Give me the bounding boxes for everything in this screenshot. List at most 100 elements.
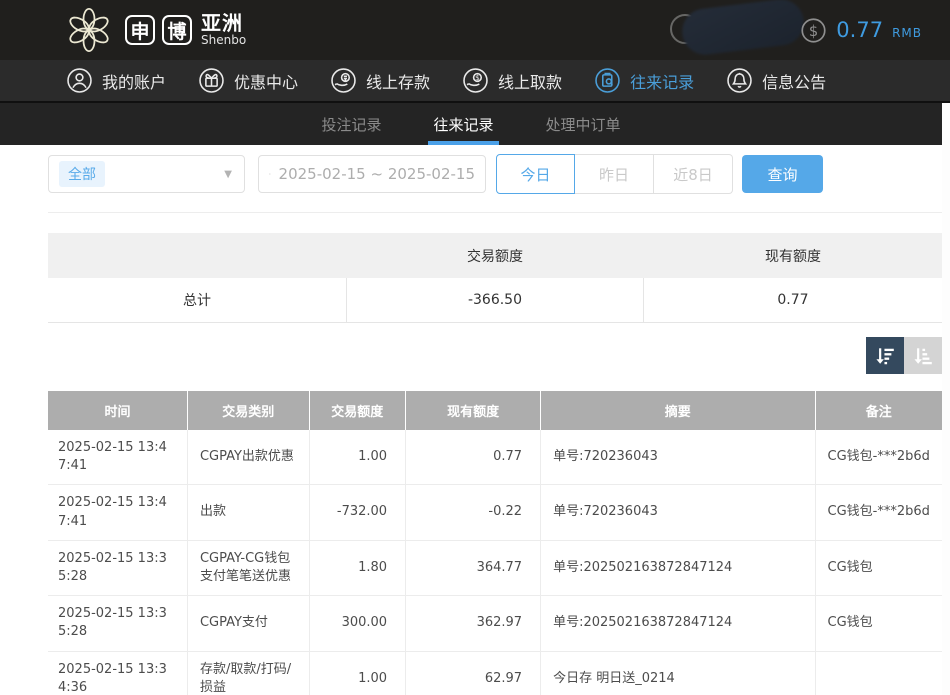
tab-pending-orders[interactable]: 处理中订单	[543, 103, 624, 145]
nav-item-withdraw[interactable]: $ 线上取款	[462, 67, 562, 94]
balance-currency: RMB	[892, 21, 922, 40]
logo-en-text: Shenbo	[201, 34, 246, 47]
dollar-coin-icon: $	[800, 17, 827, 44]
nav-label: 往来记录	[630, 69, 694, 93]
cell-remark: CG钱包-***2b6d	[815, 430, 942, 485]
brand-logo[interactable]: 申 博 亚洲 Shenbo	[62, 3, 246, 57]
header-current-amount: 现有额度	[406, 391, 541, 430]
header-remark: 备注	[815, 391, 942, 430]
query-button[interactable]: 查询	[742, 155, 823, 193]
nav-item-promotions[interactable]: 优惠中心	[198, 67, 298, 94]
transactions-tbody: 2025-02-15 13:47:41CGPAY出款优惠1.000.77单号:7…	[48, 430, 942, 695]
cell-category: 存款/取款/打码/损益	[187, 651, 309, 695]
cell-time: 2025-02-15 13:35:28	[48, 540, 187, 595]
sort-ascending-button[interactable]	[904, 337, 942, 374]
table-row: 2025-02-15 13:47:41CGPAY出款优惠1.000.77单号:7…	[48, 430, 942, 485]
main-content: 全部 ▼ 2025-02-15 ~ 2025-02-15 今日 昨日 近8日 查…	[0, 145, 950, 695]
cell-current-amount: 362.97	[406, 596, 541, 651]
calendar-icon	[269, 165, 271, 183]
cell-current-amount: 0.77	[406, 430, 541, 485]
sort-asc-icon	[912, 345, 934, 367]
cell-trade-amount: 1.80	[309, 540, 406, 595]
cell-current-amount: 62.97	[406, 651, 541, 695]
table-row: 2025-02-15 13:34:36存款/取款/打码/损益1.0062.97今…	[48, 651, 942, 695]
range-button-yesterday[interactable]: 昨日	[575, 154, 654, 194]
logo-char-bo: 博	[162, 15, 192, 45]
summary-current-amount-value: 0.77	[644, 278, 942, 322]
summary-header-row: 交易额度 现有额度	[48, 233, 942, 278]
balance-display[interactable]: $ 0.77 RMB	[800, 0, 922, 60]
summary-trade-amount-value: -366.50	[346, 278, 644, 322]
balance-amount: 0.77	[836, 18, 883, 42]
cell-current-amount: -0.22	[406, 485, 541, 540]
filter-toolbar: 全部 ▼ 2025-02-15 ~ 2025-02-15 今日 昨日 近8日 查…	[48, 145, 942, 213]
cell-summary: 单号:202502163872847124	[541, 596, 815, 651]
nav-label: 信息公告	[762, 69, 826, 93]
summary-header-current-amount: 现有额度	[644, 233, 942, 278]
range-button-today[interactable]: 今日	[496, 154, 575, 194]
cell-summary: 单号:720236043	[541, 485, 815, 540]
logo-char-shen: 申	[125, 15, 155, 45]
cell-time: 2025-02-15 13:47:41	[48, 485, 187, 540]
sort-desc-icon	[874, 345, 896, 367]
quick-range-group: 今日 昨日 近8日	[496, 154, 733, 194]
cell-trade-amount: -732.00	[309, 485, 406, 540]
summary-total-label: 总计	[48, 278, 346, 322]
transactions-table: 时间 交易类别 交易额度 现有额度 摘要 备注 2025-02-15 13:47…	[48, 391, 942, 695]
header-summary: 摘要	[541, 391, 815, 430]
range-button-last8days[interactable]: 近8日	[654, 154, 733, 194]
user-icon	[66, 67, 93, 94]
main-navigation: 我的账户 优惠中心 线上存款 $ 线上取款 往来记录	[0, 60, 950, 103]
cell-time: 2025-02-15 13:35:28	[48, 596, 187, 651]
withdraw-icon: $	[462, 67, 489, 94]
summary-table: 交易额度 现有额度 总计 -366.50 0.77	[48, 233, 942, 323]
bell-icon	[726, 67, 753, 94]
table-row: 2025-02-15 13:35:28CGPAY支付300.00362.97单号…	[48, 596, 942, 651]
cell-category: CGPAY-CG钱包支付笔笔送优惠	[187, 540, 309, 595]
cell-summary: 今日存 明日送_0214	[541, 651, 815, 695]
logo-region-text: 亚洲	[201, 13, 246, 34]
header-category: 交易类别	[187, 391, 309, 430]
nav-label: 线上存款	[366, 69, 430, 93]
tab-label: 往来记录	[433, 114, 493, 135]
tab-transaction-records[interactable]: 往来记录	[430, 103, 496, 145]
cell-trade-amount: 300.00	[309, 596, 406, 651]
cell-summary: 单号:202502163872847124	[541, 540, 815, 595]
scrollbar-track[interactable]	[942, 103, 950, 695]
tab-betting-records[interactable]: 投注记录	[318, 103, 384, 145]
cell-current-amount: 364.77	[406, 540, 541, 595]
nav-item-deposit[interactable]: 线上存款	[330, 67, 430, 94]
category-dropdown[interactable]: 全部 ▼	[48, 155, 245, 193]
summary-total-row: 总计 -366.50 0.77	[48, 278, 942, 323]
nav-label: 我的账户	[102, 69, 166, 93]
records-icon	[594, 67, 621, 94]
cell-time: 2025-02-15 13:47:41	[48, 430, 187, 485]
nav-label: 优惠中心	[234, 69, 298, 93]
redacted-account-info	[680, 0, 807, 57]
cell-trade-amount: 1.00	[309, 651, 406, 695]
table-header-row: 时间 交易类别 交易额度 现有额度 摘要 备注	[48, 391, 942, 430]
tab-label: 处理中订单	[546, 114, 621, 135]
table-row: 2025-02-15 13:47:41出款-732.00-0.22单号:7202…	[48, 485, 942, 540]
chevron-down-icon: ▼	[224, 169, 232, 180]
summary-header-blank	[48, 233, 346, 278]
cell-time: 2025-02-15 13:34:36	[48, 651, 187, 695]
nav-item-my-account[interactable]: 我的账户	[66, 67, 166, 94]
date-range-picker[interactable]: 2025-02-15 ~ 2025-02-15	[258, 155, 486, 193]
category-selected-chip: 全部	[59, 161, 105, 187]
record-subtabs: 投注记录 往来记录 处理中订单	[0, 103, 942, 145]
sort-descending-button[interactable]	[866, 337, 904, 374]
cell-category: CGPAY出款优惠	[187, 430, 309, 485]
cell-trade-amount: 1.00	[309, 430, 406, 485]
gift-icon	[198, 67, 225, 94]
svg-text:$: $	[809, 23, 818, 40]
cell-category: 出款	[187, 485, 309, 540]
nav-item-transaction-records[interactable]: 往来记录	[594, 67, 694, 94]
summary-header-trade-amount: 交易额度	[346, 233, 644, 278]
svg-text:$: $	[475, 73, 480, 82]
nav-item-announcements[interactable]: 信息公告	[726, 67, 826, 94]
sort-controls	[48, 337, 942, 374]
deposit-icon	[330, 67, 357, 94]
date-range-value: 2025-02-15 ~ 2025-02-15	[279, 165, 475, 183]
flower-logo-icon	[62, 3, 116, 57]
